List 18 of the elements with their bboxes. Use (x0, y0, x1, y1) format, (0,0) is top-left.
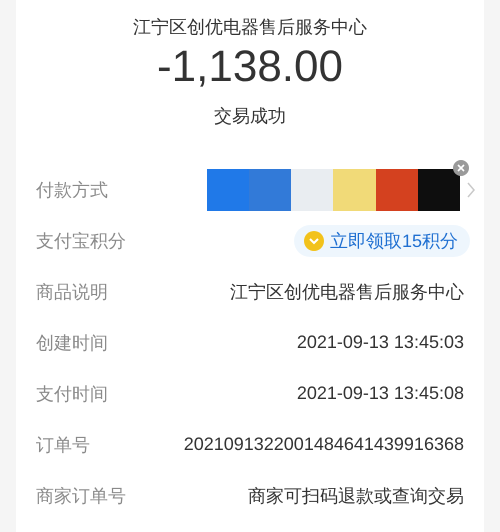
field-label: 支付时间 (36, 382, 108, 406)
field-label: 支付宝积分 (36, 230, 126, 252)
field-value: 2021091322001484641439916368 (184, 434, 464, 455)
field-value: 2021-09-13 13:45:08 (296, 383, 464, 404)
close-icon[interactable] (453, 160, 469, 176)
coin-icon (304, 230, 324, 250)
field-label: 商品说明 (36, 280, 108, 304)
amount: -1,138.00 (157, 41, 343, 93)
field-value: 商家可扫码退款或查询交易 (248, 484, 464, 508)
claim-points-button[interactable]: 立即领取15积分 (294, 224, 470, 256)
field-value: 2021-09-13 13:45:03 (296, 332, 464, 353)
field-label: 商家订单号 (36, 484, 126, 508)
field-label: 订单号 (36, 434, 90, 456)
field-value: 江宁区创优电器售后服务中心 (230, 280, 464, 304)
transaction-status: 交易成功 (214, 105, 286, 128)
field-label: 创建时间 (36, 332, 108, 354)
merchant-name: 江宁区创优电器售后服务中心 (133, 16, 367, 39)
field-label: 付款方式 (36, 178, 108, 202)
